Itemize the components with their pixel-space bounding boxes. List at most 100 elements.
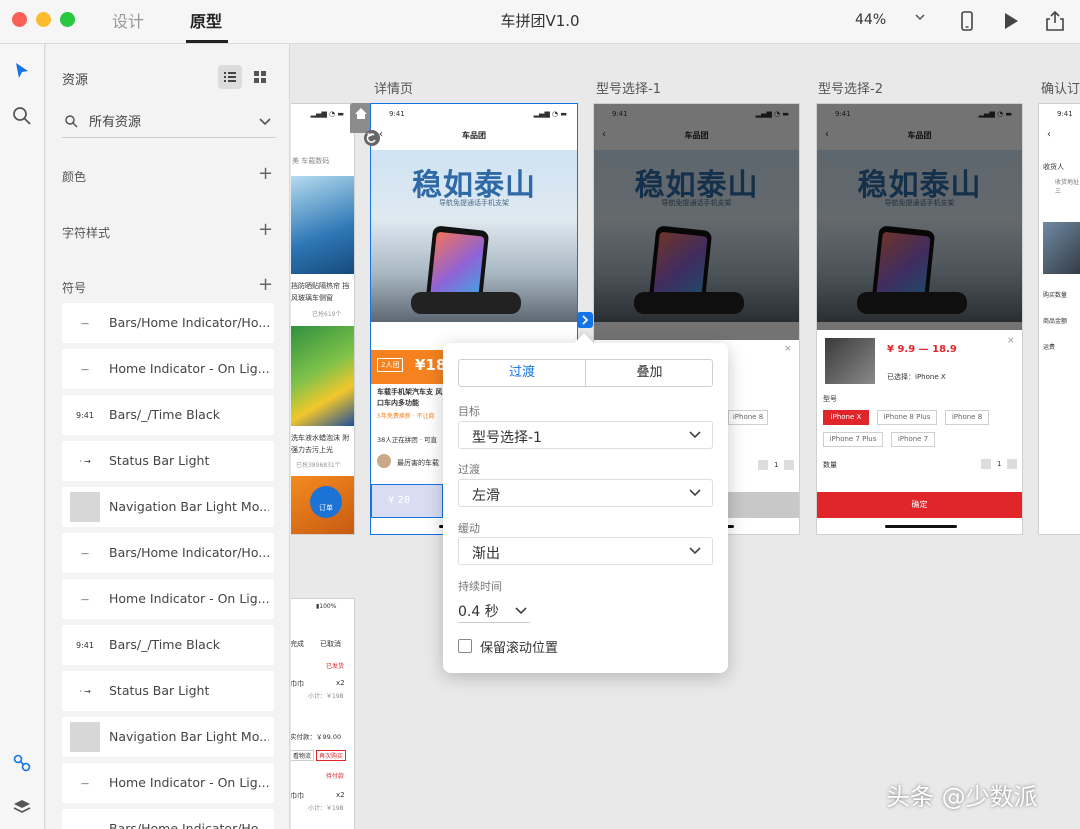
model-chip[interactable]: iPhone 8 Plus <box>877 410 937 425</box>
order-paid: 实付款：￥99.00 <box>291 733 342 741</box>
mount-image <box>411 292 521 314</box>
add-char-style-button[interactable]: + <box>258 219 273 240</box>
artboard-label-confirm[interactable]: 确认订 <box>1041 78 1080 97</box>
order-item-name: 巾巾 <box>291 680 304 688</box>
transition-dropdown[interactable]: 左滑 <box>458 479 713 507</box>
artboard-confirm-order-partial[interactable]: 9:41 ‹ 收货人 收货地址 福州三 购买数量 商品金额 运费 <box>1038 103 1080 535</box>
symbol-list-item[interactable]: 9:41 Bars/_/Time Black <box>62 625 274 665</box>
order-item-qty: x2 <box>336 791 345 799</box>
buy-alone-button[interactable]: ¥ 28 <box>371 484 443 518</box>
model-chip[interactable]: iPhone 7 <box>891 432 935 447</box>
symbol-list-item[interactable]: · → Status Bar Light <box>62 441 274 481</box>
view-logistics-button[interactable]: 看物流 <box>291 750 315 761</box>
device-preview-icon[interactable] <box>956 10 978 32</box>
model-chip[interactable]: iPhone 8 <box>945 410 989 425</box>
artboard-orders-partial[interactable]: ▮100% 完成 已取消 已发货 巾巾 x2 小计：￥198 实付款：￥99.0… <box>291 598 355 829</box>
close-icon[interactable]: × <box>1007 336 1015 346</box>
back-icon[interactable]: ‹ <box>1047 129 1051 140</box>
symbol-list-item[interactable]: ▭ Navigation Bar Light Mo... <box>62 717 274 757</box>
symbol-list-item[interactable]: Bars/Home Indicator/Ho... <box>62 809 274 829</box>
artboard-label-model-2[interactable]: 型号选择-2 <box>818 78 883 97</box>
buy-again-button[interactable]: 再次购买 <box>316 750 347 761</box>
add-symbol-button[interactable]: + <box>258 274 273 295</box>
plugins-icon[interactable] <box>11 752 33 774</box>
play-preview-icon[interactable] <box>1000 10 1022 32</box>
artboard-label-model-1[interactable]: 型号选择-1 <box>596 78 661 97</box>
receiver-label: 收货人 <box>1043 163 1064 171</box>
artboard-home-partial[interactable]: ▂▄▆ ◔ ▬ 美 车载数码 挡防晒贴隔热帘 挡风玻璃车侧窗 已抢619个 洗车… <box>291 103 355 535</box>
close-icon[interactable]: × <box>784 344 792 354</box>
zoom-level[interactable]: 44% <box>855 12 886 28</box>
symbol-thumbnail: — <box>81 318 89 328</box>
symbol-list-item[interactable]: ▭ Navigation Bar Light Mo... <box>62 487 274 527</box>
segment-transition[interactable]: 过渡 <box>459 360 586 386</box>
target-label: 目标 <box>458 405 480 418</box>
chevron-right-icon <box>582 315 589 325</box>
order-item-name: 巾巾 <box>291 792 304 800</box>
product-note: 5年免费换新 · 不让商 <box>377 413 435 420</box>
orders-tab-done[interactable]: 完成 <box>291 639 304 649</box>
symbol-thumbnail: · → <box>79 456 91 466</box>
order-fab-button[interactable]: 订单 <box>310 486 342 518</box>
asset-filter-dropdown[interactable]: 所有资源 <box>62 104 276 138</box>
symbol-list-item[interactable]: — Home Indicator - On Lig... <box>62 349 274 389</box>
char-styles-section-label: 字符样式 <box>62 226 111 240</box>
segment-overlay[interactable]: 叠加 <box>586 360 712 386</box>
model-chip[interactable]: iPhone 8 <box>728 410 768 425</box>
order-status-badge: 已发货 <box>326 663 345 670</box>
home-artboard-flag[interactable] <box>350 103 372 133</box>
zoom-chevron-down-icon[interactable] <box>914 11 926 26</box>
product-image <box>291 326 354 426</box>
symbol-label: Bars/_/Time Black <box>109 637 220 652</box>
confirm-button[interactable]: 确定 <box>817 492 1022 518</box>
preserve-scroll-label[interactable]: 保留滚动位置 <box>480 637 558 656</box>
symbol-label: Home Indicator - On Lig... <box>109 591 269 606</box>
qty-plus-button[interactable] <box>1007 459 1017 469</box>
symbol-list-item[interactable]: 9:41 Bars/_/Time Black <box>62 395 274 435</box>
qty-minus-button[interactable] <box>758 460 768 470</box>
model-chip-selected[interactable]: iPhone X <box>823 410 869 425</box>
easing-label: 缓动 <box>458 522 480 535</box>
model-chip[interactable]: iPhone 7 Plus <box>823 432 883 447</box>
layers-icon[interactable] <box>11 796 33 818</box>
symbol-label: Status Bar Light <box>109 683 210 698</box>
title-bar: 设计 原型 车拼团V1.0 44% <box>0 0 1080 44</box>
model-sheet: ¥ 9.9 — 18.9 已选择：iPhone X × 型号 iPhone X … <box>817 330 1022 492</box>
select-arrow-icon[interactable] <box>11 60 33 82</box>
assets-title: 资源 <box>62 73 89 88</box>
back-link-icon[interactable] <box>364 130 380 146</box>
orders-tab-cancelled[interactable]: 已取消 <box>320 639 341 649</box>
status-signal: ▂▄▆ ◔ ▬ <box>310 110 344 118</box>
category-tabs: 美 车载数码 <box>292 157 330 165</box>
symbol-label: Status Bar Light <box>109 453 210 468</box>
symbol-list-item[interactable]: — Bars/Home Indicator/Ho... <box>62 533 274 573</box>
bottom-price: ¥ 28 <box>388 495 411 506</box>
review-text: 最厉害的车载 <box>397 459 439 467</box>
order-status-badge: 待付款 <box>326 773 345 780</box>
easing-dropdown[interactable]: 渐出 <box>458 537 713 565</box>
share-icon[interactable] <box>1044 10 1066 32</box>
duration-dropdown[interactable]: 0.4 秒 <box>458 597 530 623</box>
sold-count: 已抢3896831个 <box>296 462 341 469</box>
link-arrow-handle[interactable] <box>577 312 593 328</box>
symbol-list-item[interactable]: — Bars/Home Indicator/Ho... <box>62 303 274 343</box>
symbol-list-item[interactable]: — Home Indicator - On Lig... <box>62 579 274 619</box>
grid-view-icon[interactable] <box>248 65 272 89</box>
symbol-list-item[interactable]: — Home Indicator - On Lig... <box>62 763 274 803</box>
duration-value: 0.4 秒 <box>458 604 499 620</box>
qty-minus-button[interactable] <box>981 459 991 469</box>
search-icon <box>65 115 78 128</box>
product-title: 挡防晒贴隔热帘 挡风玻璃车侧窗 <box>291 282 350 302</box>
artboard-model-select-2[interactable]: 9:41▂▄▆ ◔ ▬ ‹ 车品团 稳如泰山 导航免提通话手机支架 ¥ 9.9 … <box>816 103 1023 535</box>
search-icon[interactable] <box>11 105 33 127</box>
list-view-icon[interactable] <box>218 65 242 89</box>
chevron-down-icon <box>259 118 271 126</box>
product-image <box>291 176 354 274</box>
qty-plus-button[interactable] <box>784 460 794 470</box>
artboard-label-detail[interactable]: 详情页 <box>374 78 413 97</box>
symbol-list-item[interactable]: · → Status Bar Light <box>62 671 274 711</box>
assets-panel: 资源 所有资源 颜色 + 字符样式 + 符号 + — Bars/Home Indi… <box>46 44 290 829</box>
add-color-button[interactable]: + <box>258 163 273 184</box>
target-dropdown[interactable]: 型号选择-1 <box>458 421 713 449</box>
preserve-scroll-checkbox[interactable] <box>458 639 472 653</box>
